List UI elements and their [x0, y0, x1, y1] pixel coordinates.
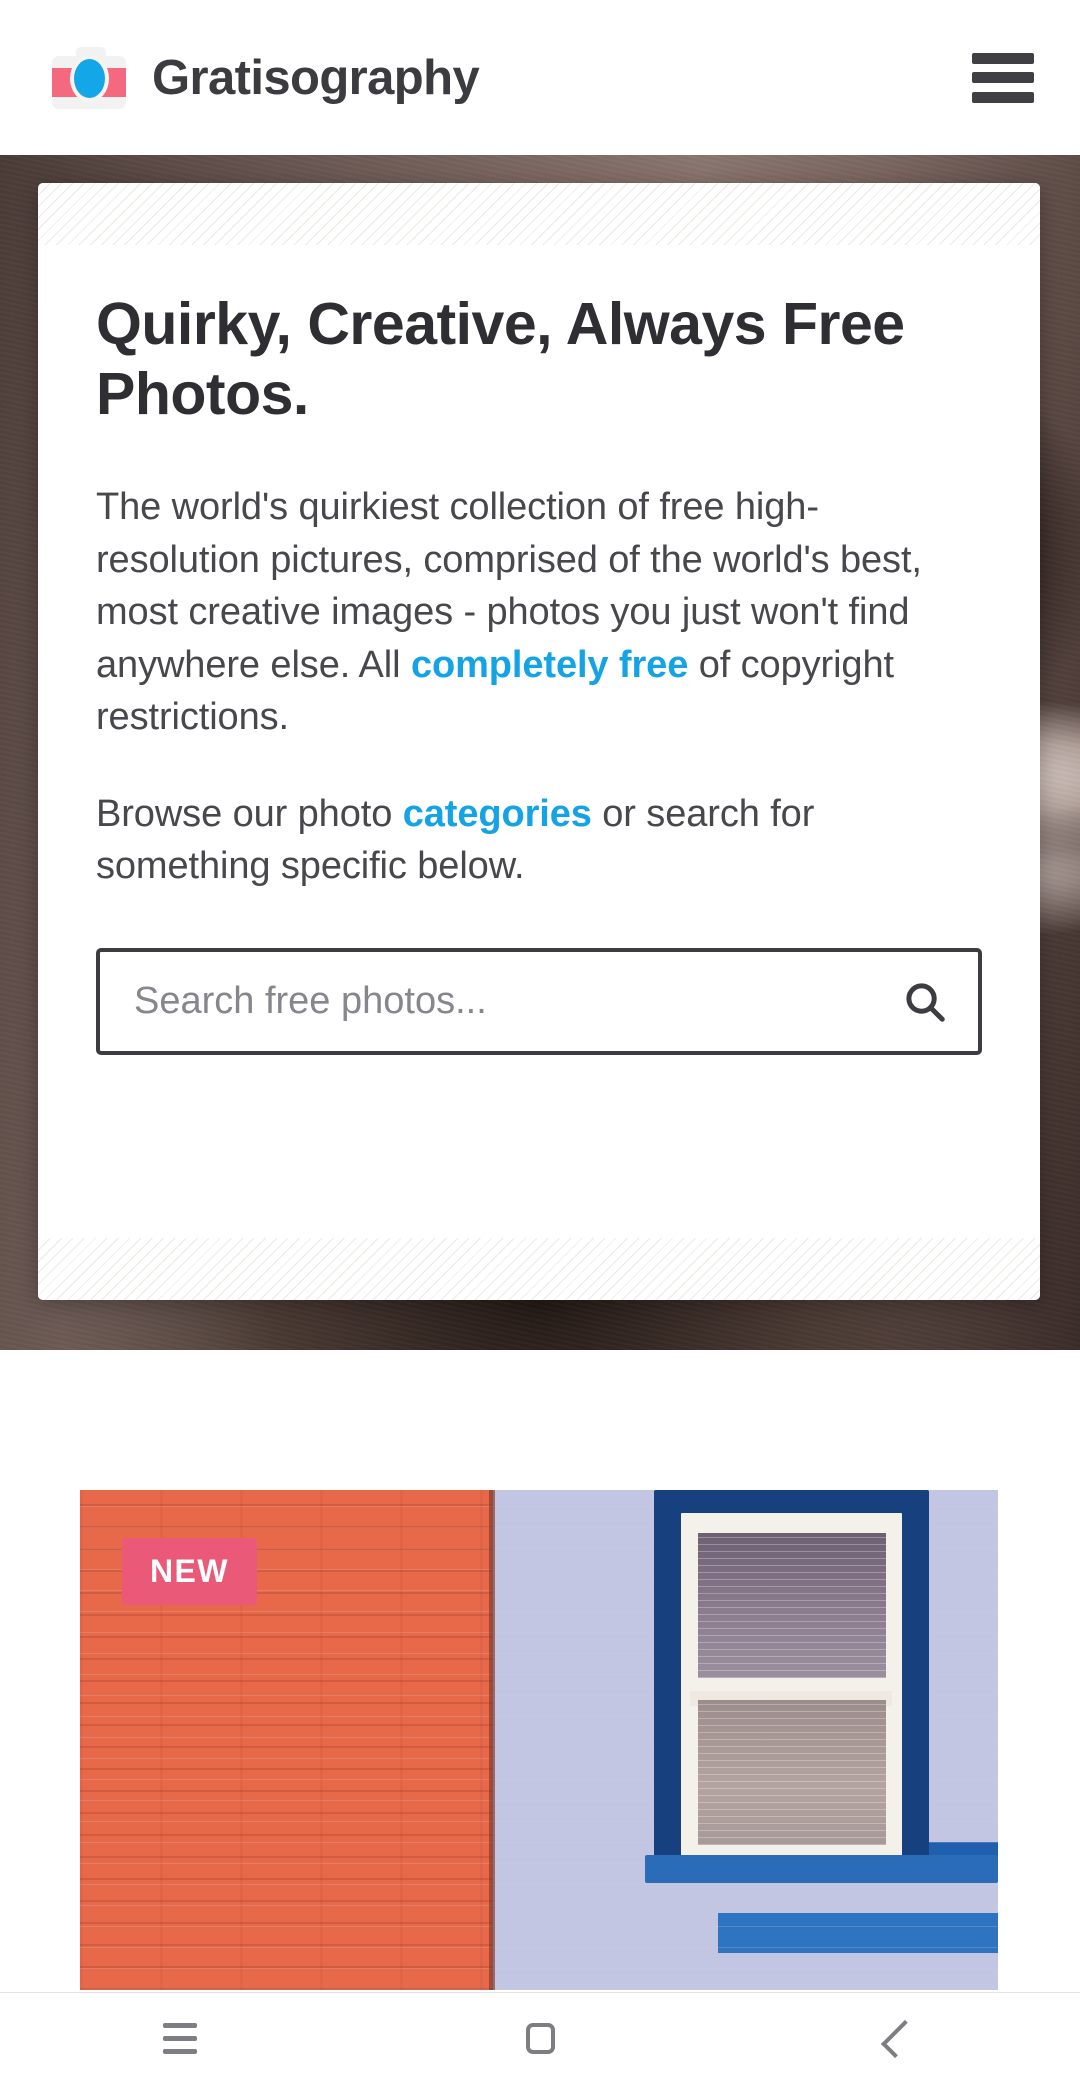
home-button[interactable]	[480, 1993, 600, 2084]
search-input[interactable]	[134, 980, 902, 1024]
back-button[interactable]	[840, 1993, 960, 2084]
recents-button[interactable]	[120, 1993, 240, 2084]
photo-card[interactable]: NEW	[80, 1490, 998, 1990]
hatch-stripe-bottom	[38, 1238, 1040, 1300]
back-chevron-icon	[880, 2019, 920, 2058]
app-header: Gratisography	[0, 0, 1080, 155]
hero-paragraph-2: Browse our photo categories or search fo…	[96, 788, 982, 893]
search-bar[interactable]	[96, 948, 982, 1056]
hero-section: Quirky, Creative, Always Free Photos. Th…	[0, 155, 1080, 1350]
page-title: Quirky, Creative, Always Free Photos.	[96, 291, 905, 428]
home-icon	[525, 2023, 555, 2054]
hamburger-menu-icon[interactable]	[972, 52, 1034, 103]
hero-paragraph-2-text-before: Browse our photo	[96, 792, 403, 835]
hero-paragraph-1: The world's quirkiest collection of free…	[96, 481, 982, 743]
recents-icon	[163, 2023, 197, 2054]
categories-link[interactable]: categories	[403, 793, 592, 835]
search-icon[interactable]	[902, 979, 948, 1025]
camera-icon	[52, 46, 126, 109]
brand-name: Gratisography	[152, 50, 480, 105]
completely-free-link[interactable]: completely free	[411, 644, 688, 686]
system-navigation-bar	[0, 1992, 1080, 2084]
status-badge: NEW	[122, 1538, 257, 1605]
app-screen: Gratisography Quirky, Creative, Always F…	[0, 0, 1080, 2084]
hatch-stripe-top	[38, 183, 1040, 245]
brand-logo[interactable]: Gratisography	[52, 46, 480, 109]
hero-card: Quirky, Creative, Always Free Photos. Th…	[38, 183, 1040, 1300]
photo-gallery: NEW	[0, 1350, 1080, 1992]
